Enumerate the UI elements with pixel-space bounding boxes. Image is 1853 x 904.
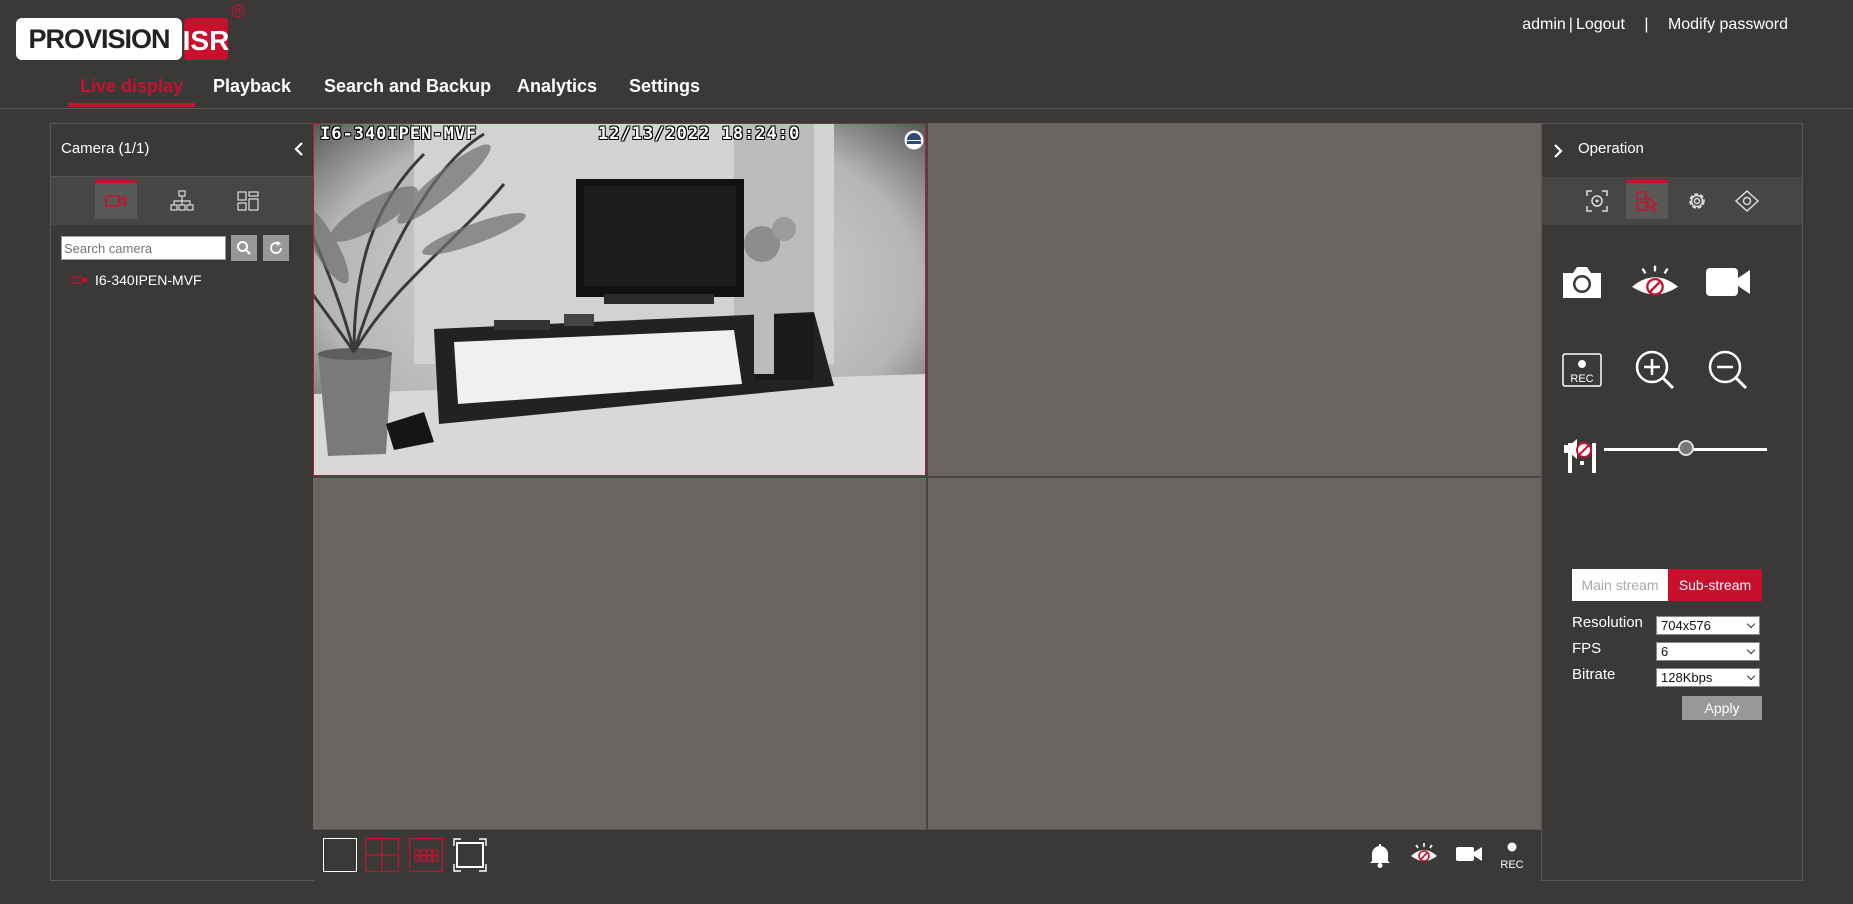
sub-stream-button[interactable]: Sub-stream bbox=[1668, 569, 1762, 601]
search-icon bbox=[237, 241, 251, 255]
nav-settings[interactable]: Settings bbox=[629, 76, 700, 97]
fps-label: FPS bbox=[1572, 640, 1602, 657]
manual-rec-button[interactable]: REC bbox=[1557, 345, 1607, 395]
stream-toggle: Main stream Sub-stream bbox=[1572, 569, 1762, 601]
zoom-out-button[interactable] bbox=[1703, 345, 1753, 395]
rec-dot-icon bbox=[1507, 842, 1517, 852]
video-cell-1[interactable]: I6-340IPEN-MVF 12/13/2022 18:24:0 bbox=[313, 123, 926, 476]
logout-link[interactable]: Logout bbox=[1576, 16, 1625, 33]
operation-panel-title: Operation bbox=[1578, 140, 1644, 157]
mute-speaker-icon[interactable] bbox=[1562, 437, 1594, 461]
rec-label: REC bbox=[1500, 859, 1524, 871]
svg-text:PROVISION: PROVISION bbox=[28, 24, 169, 54]
disable-detection-large-icon bbox=[1631, 265, 1679, 296]
disable-alarm-button[interactable] bbox=[1630, 257, 1680, 307]
camera-list-item[interactable]: I6-340IPEN-MVF bbox=[71, 272, 202, 288]
resolution-label: Resolution bbox=[1572, 614, 1643, 631]
resolution-select[interactable]: 704x576 bbox=[1656, 616, 1760, 635]
gear-icon bbox=[1689, 193, 1705, 209]
alarm-bell-icon[interactable] bbox=[1367, 842, 1393, 868]
refresh-button[interactable] bbox=[263, 235, 289, 261]
live-video-feed bbox=[314, 124, 925, 475]
search-button[interactable] bbox=[231, 235, 257, 261]
dome-camera-icon bbox=[904, 130, 924, 150]
tab-settings[interactable] bbox=[1676, 183, 1718, 219]
snapshot-button[interactable] bbox=[1557, 257, 1607, 307]
svg-text:ISR: ISR bbox=[183, 25, 230, 56]
record-camera-icon[interactable] bbox=[1455, 844, 1483, 864]
refresh-icon bbox=[270, 241, 282, 254]
bottom-toolbar: REC bbox=[313, 829, 1541, 880]
rec-text: REC bbox=[1570, 373, 1594, 385]
ptz-direction-icon bbox=[1734, 189, 1760, 213]
osd-timestamp: 12/13/2022 18:24:0 bbox=[598, 124, 801, 144]
layout-4-button[interactable] bbox=[364, 837, 400, 873]
expand-right-icon[interactable] bbox=[1550, 140, 1566, 162]
tab-camera-list[interactable] bbox=[95, 180, 137, 219]
user-links: admin | Logout | Modify password bbox=[1522, 16, 1788, 33]
grid-layout-icon bbox=[237, 191, 259, 211]
collapse-left-icon[interactable] bbox=[291, 138, 307, 160]
nav-playback[interactable]: Playback bbox=[213, 76, 291, 97]
search-camera-input[interactable] bbox=[61, 236, 226, 260]
layout-4-icon bbox=[364, 837, 400, 873]
layout-1-button[interactable] bbox=[323, 838, 357, 872]
nav-search-backup[interactable]: Search and Backup bbox=[324, 76, 491, 97]
fullscreen-button[interactable] bbox=[453, 838, 487, 872]
camera-panel-title: Camera (1/1) bbox=[61, 140, 150, 157]
record-button[interactable] bbox=[1703, 257, 1753, 307]
operation-tabs bbox=[1542, 177, 1802, 225]
tab-camera-tree[interactable] bbox=[161, 183, 203, 219]
zoom-in-icon bbox=[1635, 350, 1675, 390]
fps-select[interactable]: 6 bbox=[1656, 642, 1760, 661]
nav-live-display[interactable]: Live display bbox=[68, 76, 196, 107]
nav-analytics[interactable]: Analytics bbox=[517, 76, 597, 97]
focus-target-icon bbox=[1586, 190, 1608, 212]
bitrate-select[interactable]: 128Kbps bbox=[1656, 668, 1760, 687]
window-select-icon bbox=[1636, 191, 1659, 212]
apply-button[interactable]: Apply bbox=[1682, 696, 1762, 720]
brand-logo: PROVISION ISR bbox=[16, 10, 232, 70]
camera-icon bbox=[105, 195, 126, 207]
manual-record-button[interactable]: REC bbox=[1497, 840, 1527, 872]
top-bar: PROVISION ISR R admin | Logout | Modify pa… bbox=[0, 0, 1853, 109]
camera-snapshot-icon bbox=[1563, 267, 1601, 298]
camera-panel: Camera (1/1) Search camera I6-340IPEN-MV… bbox=[50, 123, 314, 881]
volume-slider-knob[interactable] bbox=[1677, 440, 1694, 456]
osd-camera-name: I6-340IPEN-MVF bbox=[320, 124, 478, 144]
camera-panel-tabs bbox=[51, 177, 313, 225]
username-link[interactable]: admin bbox=[1522, 16, 1566, 33]
svg-text:R: R bbox=[235, 7, 242, 17]
modify-password-link[interactable]: Modify password bbox=[1668, 16, 1788, 33]
layout-multi-button[interactable] bbox=[408, 837, 444, 873]
camera-panel-header: Camera (1/1) bbox=[51, 124, 313, 177]
tab-ptz[interactable] bbox=[1726, 183, 1768, 219]
fullscreen-icon bbox=[453, 838, 487, 872]
camera-name: I6-340IPEN-MVF bbox=[95, 272, 202, 288]
layout-multi-icon bbox=[408, 837, 444, 873]
ip-camera-icon bbox=[71, 276, 87, 284]
live-video-grid: I6-340IPEN-MVF 12/13/2022 18:24:0 bbox=[313, 123, 1541, 829]
zoom-in-button[interactable] bbox=[1630, 345, 1680, 395]
disable-detection-icon[interactable] bbox=[1409, 842, 1439, 866]
operation-panel-header: Operation bbox=[1542, 124, 1802, 176]
grid-divider-horizontal bbox=[313, 476, 1541, 478]
hierarchy-icon bbox=[170, 190, 194, 211]
tab-operation[interactable] bbox=[1626, 180, 1668, 219]
zoom-out-icon bbox=[1708, 350, 1748, 390]
video-record-icon bbox=[1706, 268, 1750, 296]
tab-image-adjust[interactable] bbox=[1576, 183, 1618, 219]
main-stream-button[interactable]: Main stream bbox=[1572, 569, 1668, 601]
bitrate-label: Bitrate bbox=[1572, 666, 1616, 683]
operation-panel: Operation REC Main stream Sub-stream Res… bbox=[1541, 123, 1803, 881]
tab-camera-group[interactable] bbox=[227, 183, 269, 219]
registered-icon: R bbox=[231, 4, 245, 18]
